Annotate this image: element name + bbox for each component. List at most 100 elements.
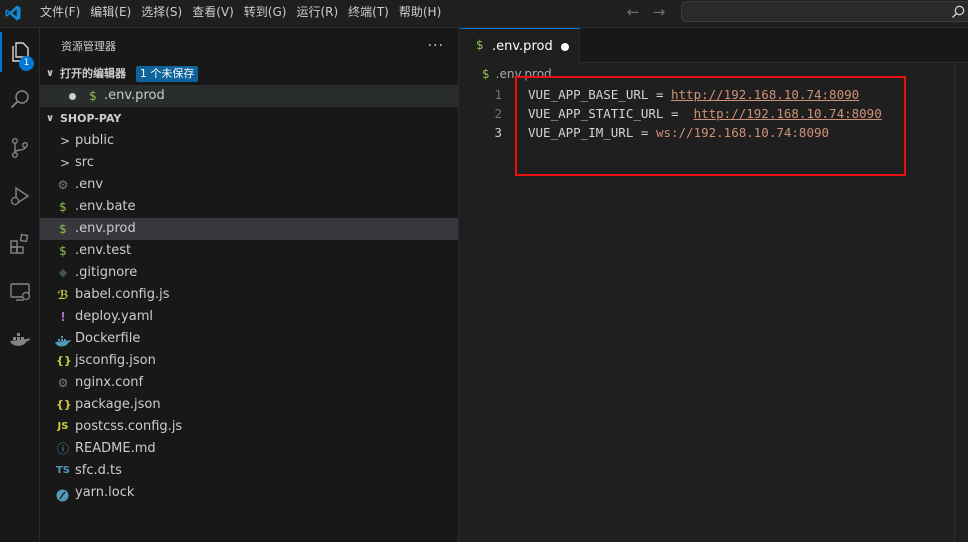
activity-bar: 1: [0, 28, 40, 542]
docker-icon: [55, 333, 71, 347]
tree-item-env-prod[interactable]: $ .env.prod: [40, 218, 458, 240]
source-control-button[interactable]: [0, 128, 40, 168]
env-file-icon: $: [89, 89, 97, 103]
menu-selection[interactable]: 选择(S): [137, 0, 186, 28]
red-highlight-annotation: [515, 76, 906, 176]
tab-env-prod[interactable]: $ .env.prod: [460, 28, 580, 64]
yarn-icon: [56, 487, 69, 502]
tree-item-postcss-config[interactable]: JS postcss.config.js: [40, 416, 458, 438]
explorer-button[interactable]: 1: [0, 32, 40, 72]
open-editor-label: .env.prod: [104, 88, 165, 103]
env-file-icon: $: [59, 222, 67, 236]
menu-terminal[interactable]: 终端(T): [344, 0, 393, 28]
tree-item-env[interactable]: ⚙ .env: [40, 174, 458, 196]
editor-tab-bar: $ .env.prod: [460, 28, 968, 64]
menu-view[interactable]: 查看(V): [188, 0, 238, 28]
json-icon: {}: [56, 354, 72, 367]
tree-item-label: deploy.yaml: [75, 309, 153, 324]
tree-item-env-test[interactable]: $ .env.test: [40, 240, 458, 262]
yaml-icon: !: [60, 310, 66, 324]
git-icon: ◆: [58, 266, 68, 279]
tree-item-label: README.md: [75, 441, 156, 456]
explorer-sidebar: 资源管理器 ··· ∨ 打开的编辑器 1 个未保存 $ .env.prod ∨ …: [40, 28, 459, 542]
line-number: 2: [494, 106, 502, 121]
explorer-header: 资源管理器 ···: [40, 28, 458, 63]
tree-item-readme[interactable]: ⓘ README.md: [40, 438, 458, 460]
tree-item-label: babel.config.js: [75, 287, 170, 302]
chevron-down-icon: ∨: [46, 68, 55, 79]
vscode-logo-icon: [5, 5, 21, 21]
tree-item-public[interactable]: > public: [40, 130, 458, 152]
tree-item-label: yarn.lock: [75, 485, 135, 500]
extensions-button[interactable]: [0, 224, 40, 264]
info-icon: ⓘ: [56, 442, 69, 456]
menu-file[interactable]: 文件(F): [36, 0, 84, 28]
tree-item-package-json[interactable]: {} package.json: [40, 394, 458, 416]
json-icon: {}: [56, 398, 72, 411]
open-editors-section-header[interactable]: ∨ 打开的编辑器 1 个未保存: [40, 63, 458, 85]
tree-item-babel-config[interactable]: ℬ babel.config.js: [40, 284, 458, 306]
search-view-button[interactable]: [0, 80, 40, 120]
unsaved-dot-icon[interactable]: [561, 43, 569, 51]
unsaved-count-badge: 1 个未保存: [135, 66, 199, 82]
tree-item-label: .gitignore: [75, 265, 138, 280]
tree-item-label: sfc.d.ts: [75, 463, 122, 478]
tree-item-gitignore[interactable]: ◆ .gitignore: [40, 262, 458, 284]
menu-go[interactable]: 转到(G): [240, 0, 291, 28]
tree-item-label: .env.bate: [75, 199, 136, 214]
title-bar: 文件(F) 编辑(E) 选择(S) 查看(V) 转到(G) 运行(R) 终端(T…: [0, 0, 968, 28]
env-file-icon: $: [59, 200, 67, 214]
line-number: 3: [494, 125, 502, 140]
menu-run[interactable]: 运行(R): [292, 0, 342, 28]
docker-icon: [10, 333, 30, 346]
tree-item-label: .env.prod: [75, 221, 136, 236]
forward-arrow-icon[interactable]: →: [649, 3, 669, 21]
chevron-down-icon: ∨: [46, 113, 55, 124]
tree-item-jsconfig[interactable]: {} jsconfig.json: [40, 350, 458, 372]
extensions-icon: [10, 233, 29, 254]
chevron-right-icon: >: [59, 156, 71, 170]
tree-item-deploy-yaml[interactable]: ! deploy.yaml: [40, 306, 458, 328]
line-number: 1: [494, 87, 502, 102]
run-debug-icon: [10, 186, 30, 206]
command-center-search[interactable]: [681, 1, 968, 22]
project-section-header[interactable]: ∨ SHOP-PAY: [40, 108, 458, 130]
search-icon: [951, 5, 965, 19]
tree-item-src[interactable]: > src: [40, 152, 458, 174]
unsaved-dot-icon[interactable]: [69, 93, 76, 100]
remote-explorer-icon: [10, 283, 31, 301]
tree-item-label: jsconfig.json: [75, 353, 156, 368]
back-arrow-icon[interactable]: ←: [623, 3, 643, 21]
env-file-icon: $: [59, 244, 67, 258]
tree-item-label: public: [75, 133, 115, 148]
scrollbar-track[interactable]: [954, 64, 955, 542]
tree-item-label: nginx.conf: [75, 375, 144, 390]
babel-icon: ℬ: [57, 288, 69, 302]
run-debug-button[interactable]: [0, 176, 40, 216]
javascript-icon: JS: [57, 421, 69, 432]
menu-edit[interactable]: 编辑(E): [86, 0, 135, 28]
docker-button[interactable]: [0, 320, 40, 360]
gear-icon: ⚙: [57, 178, 69, 192]
open-editors-title: 打开的编辑器: [60, 67, 126, 80]
tree-item-label: Dockerfile: [75, 331, 141, 346]
search-icon: [10, 90, 29, 109]
more-actions-icon[interactable]: ···: [428, 28, 444, 65]
source-control-icon: [11, 138, 28, 159]
project-title: SHOP-PAY: [60, 112, 122, 125]
editor-area: $ .env.prod $ .env.prod 1 VUE_APP_BASE_UR…: [460, 28, 968, 542]
tree-item-label: .env.test: [75, 243, 132, 258]
tree-item-yarn-lock[interactable]: yarn.lock: [40, 482, 458, 504]
gear-icon: ⚙: [57, 376, 69, 390]
tree-item-dockerfile[interactable]: Dockerfile: [40, 328, 458, 350]
env-file-icon: $: [482, 67, 490, 81]
open-editor-item[interactable]: $ .env.prod: [40, 85, 458, 107]
tree-item-nginx-conf[interactable]: ⚙ nginx.conf: [40, 372, 458, 394]
tree-item-env-bate[interactable]: $ .env.bate: [40, 196, 458, 218]
tree-item-sfc-d-ts[interactable]: TS sfc.d.ts: [40, 460, 458, 482]
tree-item-label: postcss.config.js: [75, 419, 183, 434]
menu-help[interactable]: 帮助(H): [395, 0, 445, 28]
tab-label: .env.prod: [492, 39, 553, 54]
typescript-icon: TS: [55, 465, 71, 476]
remote-explorer-button[interactable]: [0, 272, 40, 312]
